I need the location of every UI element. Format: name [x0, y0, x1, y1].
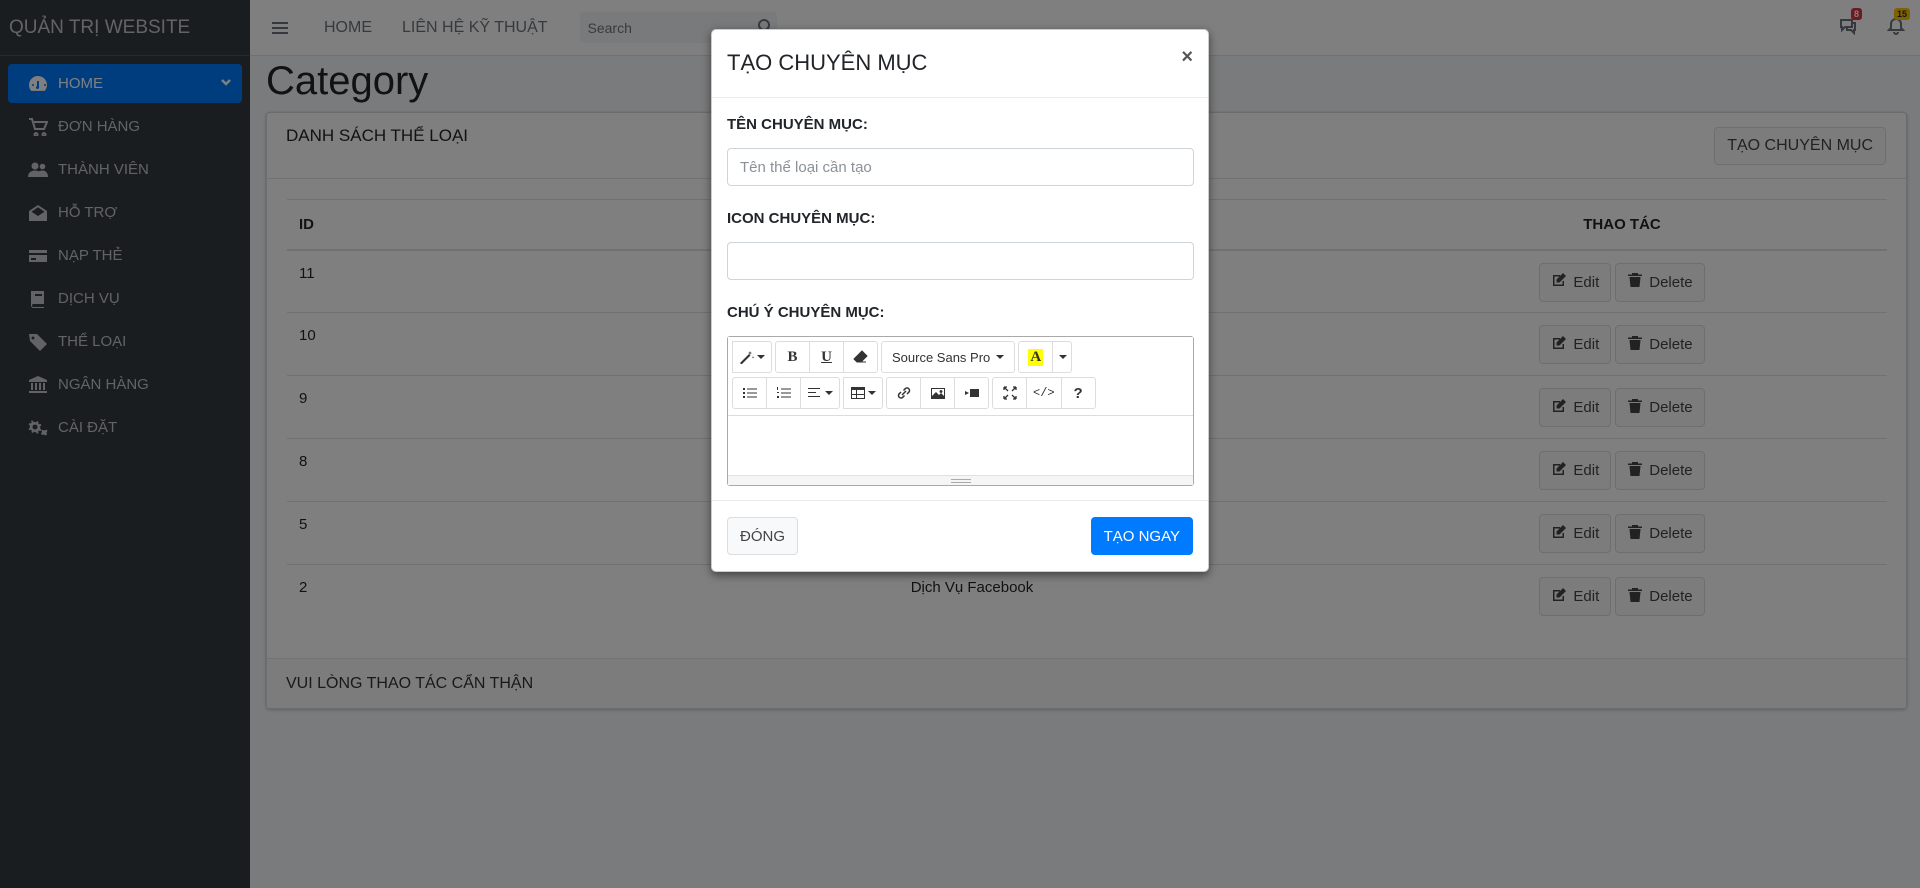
- bold-icon[interactable]: B: [775, 341, 810, 373]
- create-now-button[interactable]: TẠO NGAY: [1090, 517, 1193, 555]
- modal-title: TẠO CHUYÊN MỤC: [727, 50, 928, 75]
- align-icon[interactable]: [800, 377, 840, 409]
- font-family-dropdown[interactable]: Source Sans Pro: [881, 341, 1016, 373]
- category-icon-label: ICON CHUYÊN MỤC:: [727, 210, 876, 227]
- image-icon[interactable]: [920, 377, 955, 409]
- help-icon[interactable]: ?: [1060, 377, 1096, 409]
- editor-toolbar: B U Source Sans Pro A </> ?: [728, 337, 1193, 409]
- editor-resize-handle[interactable]: [728, 475, 1193, 485]
- category-note-label: CHÚ Ý CHUYÊN MỤC:: [727, 304, 885, 321]
- category-name-label: TÊN CHUYÊN MỤC:: [727, 116, 868, 133]
- modal-footer: ĐÓNG TẠO NGAY: [712, 500, 1208, 571]
- close-icon[interactable]: ×: [1181, 46, 1193, 69]
- video-icon[interactable]: [954, 377, 989, 409]
- eraser-icon[interactable]: [843, 341, 878, 373]
- link-icon[interactable]: [886, 377, 921, 409]
- create-category-modal: TẠO CHUYÊN MỤC × TÊN CHUYÊN MỤC: ICON CH…: [711, 29, 1209, 572]
- highlight-color-icon[interactable]: A: [1018, 341, 1054, 373]
- modal-body: TÊN CHUYÊN MỤC: ICON CHUYÊN MỤC: CHÚ Ý C…: [712, 98, 1208, 486]
- unordered-list-icon[interactable]: [732, 377, 767, 409]
- rich-text-editor: B U Source Sans Pro A </> ?: [727, 336, 1194, 486]
- modal-header: TẠO CHUYÊN MỤC ×: [712, 30, 1208, 98]
- ordered-list-icon[interactable]: [766, 377, 801, 409]
- underline-icon[interactable]: U: [809, 341, 844, 373]
- close-button[interactable]: ĐÓNG: [727, 517, 798, 555]
- code-view-icon[interactable]: </>: [1026, 377, 1062, 409]
- category-icon-input[interactable]: [727, 242, 1194, 280]
- editor-content-area[interactable]: [728, 415, 1193, 475]
- table-icon[interactable]: [843, 377, 883, 409]
- style-magic-icon[interactable]: [732, 341, 772, 373]
- font-name: Source Sans Pro: [892, 349, 991, 365]
- color-dropdown-icon[interactable]: [1052, 341, 1073, 373]
- fullscreen-icon[interactable]: [992, 377, 1027, 409]
- category-name-input[interactable]: [727, 148, 1194, 186]
